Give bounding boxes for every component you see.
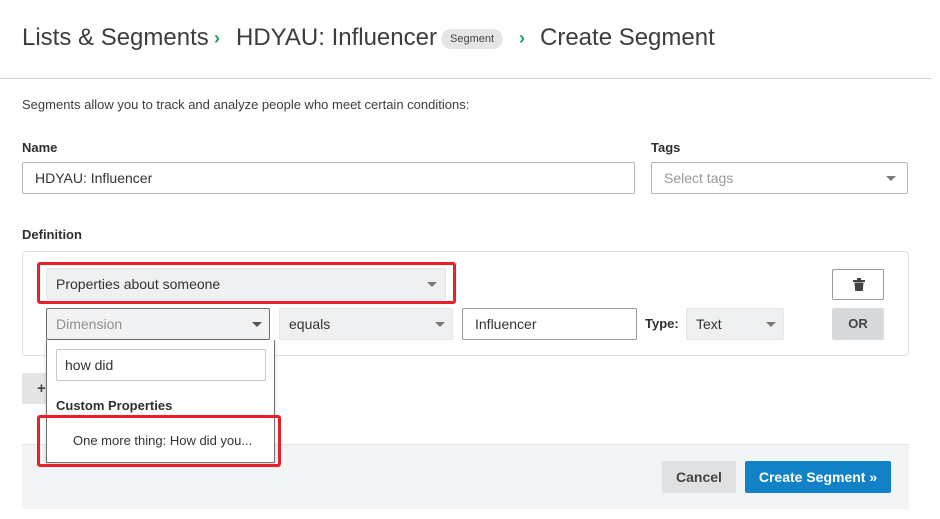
- breadcrumb-list-name[interactable]: HDYAU: Influencer: [236, 24, 437, 52]
- type-select[interactable]: Text: [686, 308, 784, 340]
- tags-label: Tags: [651, 140, 681, 155]
- dropdown-group-label: Custom Properties: [56, 398, 173, 413]
- chevron-right-icon: ›: [214, 28, 220, 48]
- create-segment-page: Lists & Segments › HDYAU: Influencer Seg…: [0, 0, 940, 519]
- or-button[interactable]: OR: [832, 308, 884, 340]
- delete-condition-button[interactable]: [832, 269, 884, 300]
- dimension-placeholder: Dimension: [56, 316, 123, 332]
- create-segment-button[interactable]: Create Segment »: [745, 461, 891, 493]
- highlight-box: [37, 262, 456, 304]
- value-field[interactable]: Influencer: [462, 308, 637, 340]
- definition-label: Definition: [22, 227, 82, 242]
- name-field[interactable]: HDYAU: Influencer: [22, 162, 635, 194]
- type-value: Text: [696, 316, 722, 332]
- page-header: Lists & Segments › HDYAU: Influencer Seg…: [0, 0, 932, 79]
- page-title: Create Segment: [540, 24, 715, 51]
- tags-select[interactable]: Select tags: [651, 162, 908, 194]
- dimension-select[interactable]: Dimension: [46, 308, 270, 340]
- tags-placeholder: Select tags: [664, 170, 734, 186]
- chevron-down-icon: [252, 322, 262, 327]
- intro-text: Segments allow you to track and analyze …: [22, 97, 470, 112]
- chevron-down-icon: [435, 322, 445, 327]
- highlight-box: [37, 415, 281, 467]
- type-label: Type:: [645, 316, 679, 331]
- chevron-down-icon: [886, 176, 896, 181]
- name-label: Name: [22, 140, 58, 155]
- cancel-button[interactable]: Cancel: [662, 461, 736, 493]
- trash-icon: [853, 278, 865, 291]
- breadcrumb-lists-segments[interactable]: Lists & Segments: [22, 24, 209, 52]
- operator-select[interactable]: equals: [279, 308, 453, 340]
- chevron-down-icon: [766, 322, 776, 327]
- dimension-search-input[interactable]: how did: [56, 349, 266, 381]
- operator-value: equals: [289, 316, 331, 332]
- segment-badge: Segment: [441, 29, 504, 49]
- chevron-right-icon: ›: [519, 28, 525, 48]
